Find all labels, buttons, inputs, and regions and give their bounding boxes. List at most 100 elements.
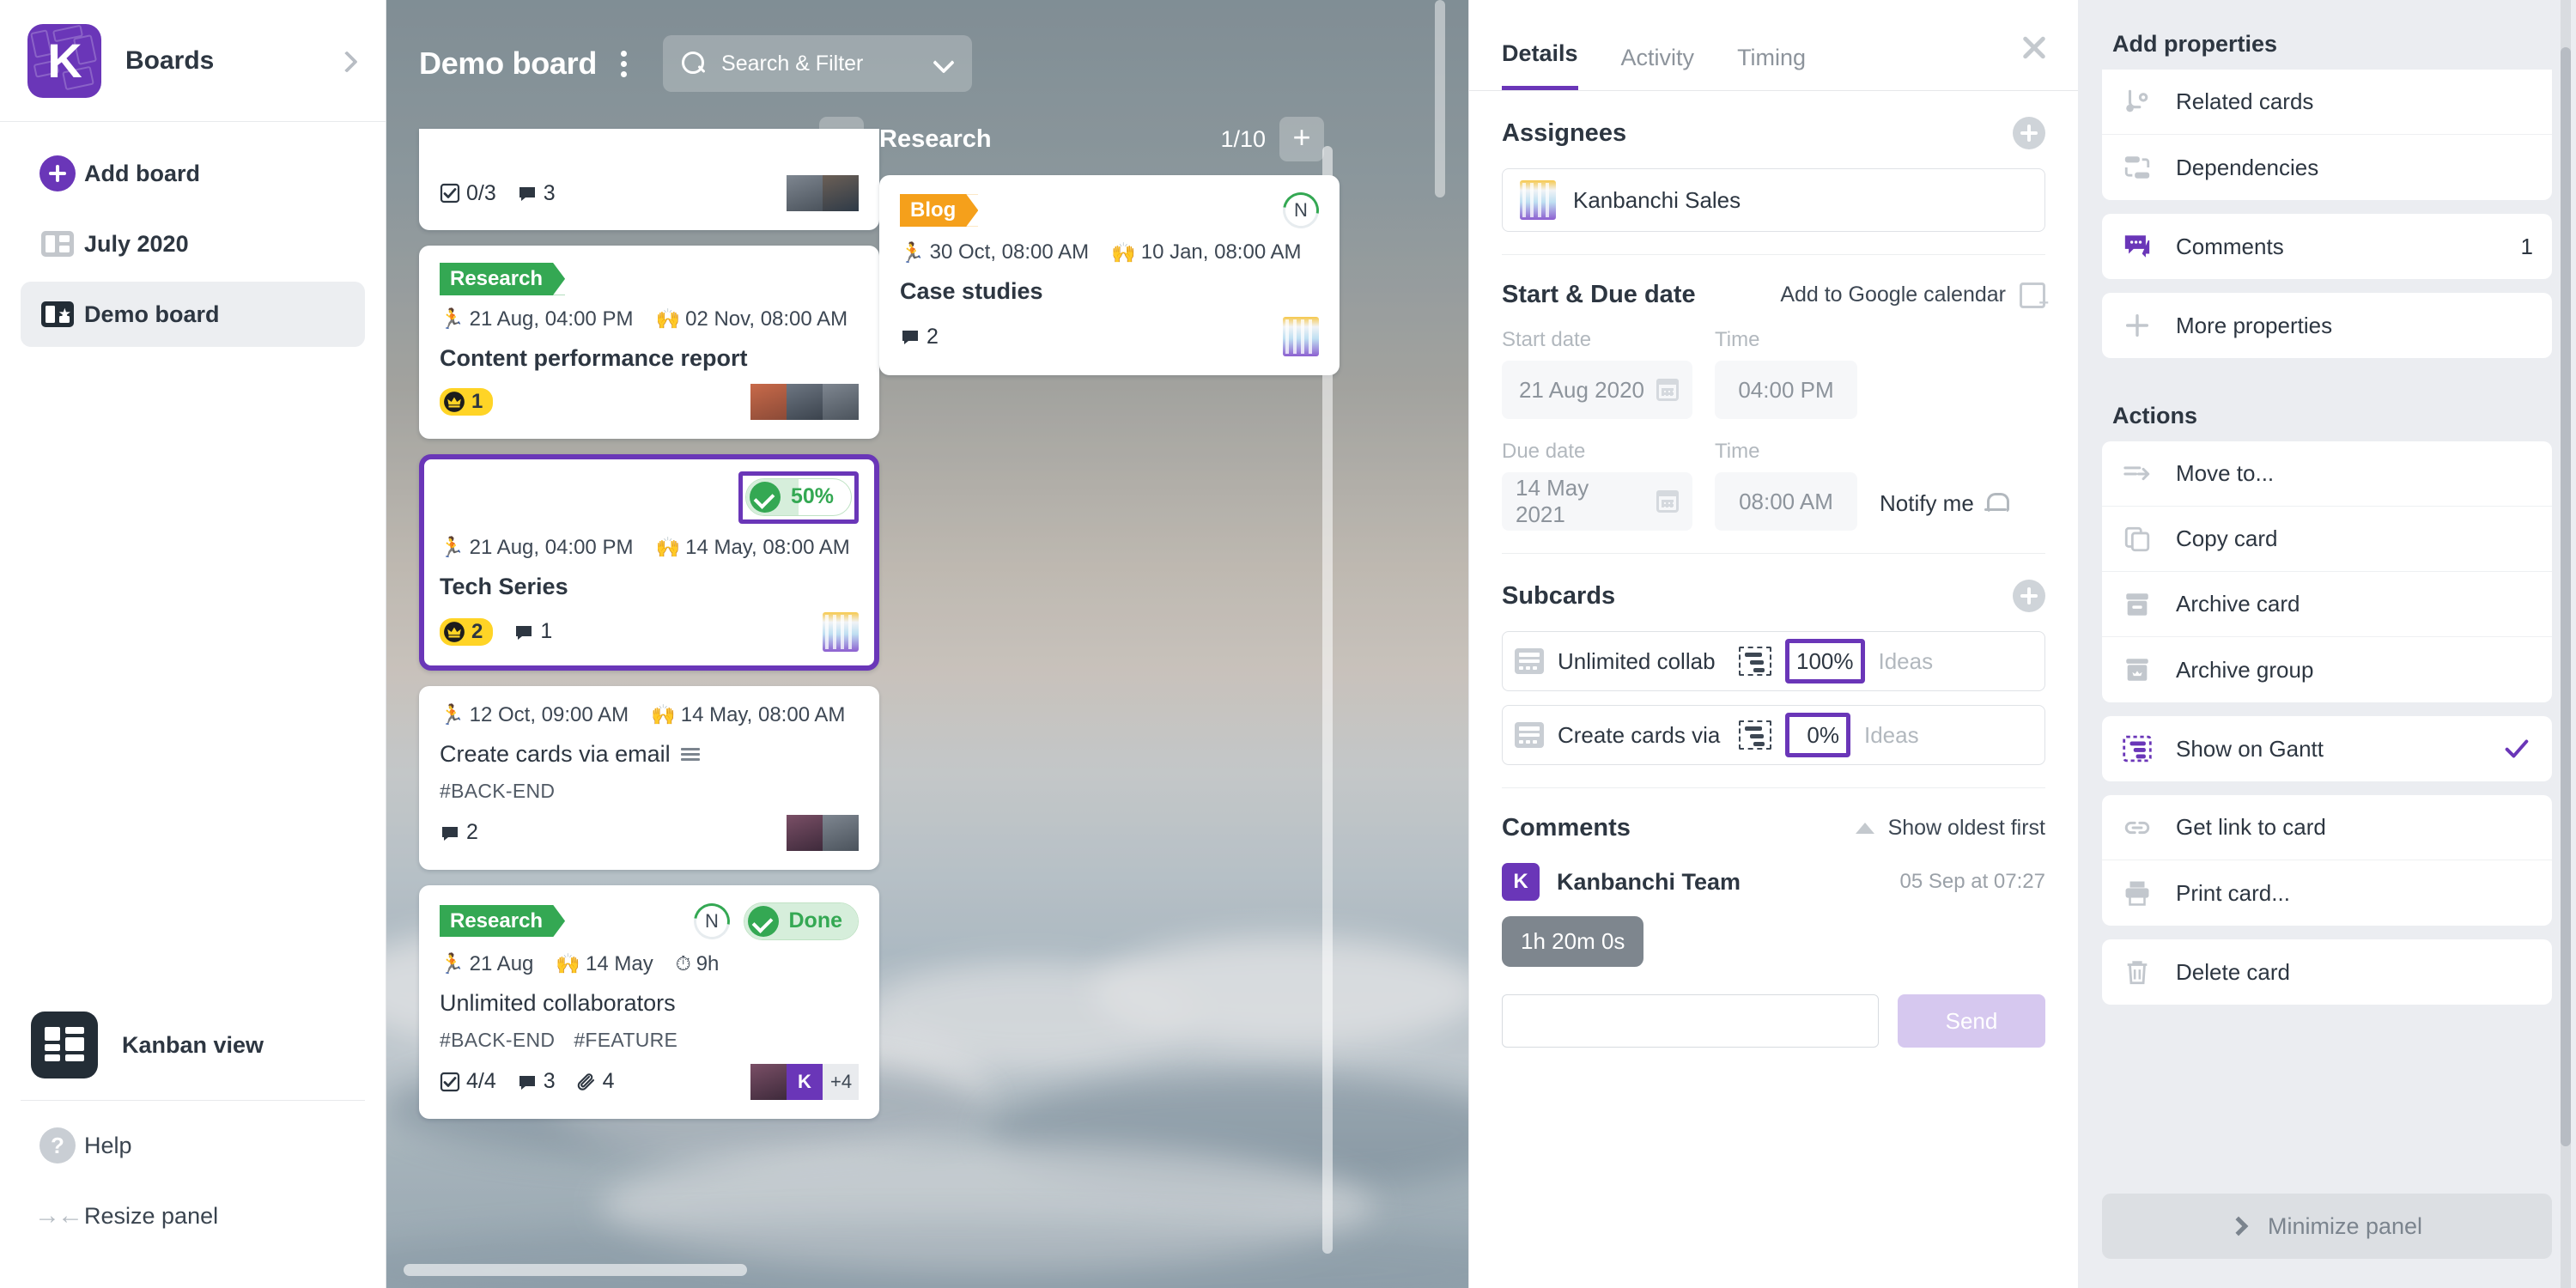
board-thumbnail [823, 611, 859, 652]
kebab-menu-icon[interactable] [616, 46, 632, 82]
property-comments[interactable]: Comments 1 [2102, 214, 2552, 279]
link-icon [2121, 813, 2154, 842]
sidebar: K Boards Add board July 2020 ★ Demo boar… [0, 0, 386, 1288]
start-time-field[interactable]: 04:00 PM [1715, 361, 1857, 419]
sidebar-item-add-board[interactable]: Add board [21, 141, 365, 206]
start-date-value: 21 Aug, 04:00 PM [469, 307, 634, 331]
property-related-cards[interactable]: Related cards [2102, 70, 2552, 135]
comment-input[interactable] [1502, 994, 1879, 1048]
property-dependencies[interactable]: Dependencies [2102, 135, 2552, 200]
comment-count: 3 [543, 180, 556, 205]
due-date: 🙌 14 May, 08:00 AM [651, 703, 845, 727]
sidebar-item-resize-panel[interactable]: →← Resize panel [21, 1183, 365, 1249]
property-label: Comments [2176, 233, 2284, 259]
section-assignees: Assignees Kanbanchi Sales [1502, 91, 2045, 255]
minimize-panel-button[interactable]: Minimize panel [2102, 1194, 2552, 1259]
calendar-icon [1656, 490, 1679, 513]
sidebar-brand[interactable]: K Boards [0, 0, 386, 122]
resize-icon: →← [34, 1201, 83, 1230]
action-move-to[interactable]: Move to... [2102, 441, 2552, 507]
notify-me-label: Notify me [1880, 490, 1974, 516]
gantt-icon[interactable] [1739, 720, 1771, 750]
subcard-group: Ideas [1864, 721, 1919, 748]
subcard-progress[interactable]: 0% [1785, 713, 1850, 757]
status-badge[interactable]: Done [743, 902, 859, 940]
start-date-row: Start date 21 Aug 2020 Time 04:00 PM [1502, 328, 2045, 419]
send-button[interactable]: Send [1898, 994, 2045, 1048]
action-copy-card[interactable]: Copy card [2102, 507, 2552, 572]
calendar-add-icon[interactable]: + [2020, 282, 2049, 313]
assignee-row[interactable]: Kanbanchi Sales [1502, 168, 2045, 232]
action-get-link-to-card[interactable]: Get link to card [2102, 795, 2552, 860]
add-to-google-calendar-label[interactable]: Add to Google calendar [1780, 283, 2006, 307]
gantt-icon[interactable] [1739, 647, 1771, 676]
estimate: ⏱ 9h [676, 952, 720, 976]
start-date: 🏃 30 Oct, 08:00 AM [900, 240, 1089, 264]
sidebar-item-help[interactable]: ? Help [21, 1113, 365, 1178]
assignee-name: Kanbanchi Sales [1573, 186, 1741, 213]
card-content-performance-report[interactable]: Research 🏃 21 Aug, 04:00 PM 🙌 02 Nov, 08:0… [419, 246, 879, 439]
subcard-progress[interactable]: 100% [1785, 639, 1865, 683]
card-create-cards-via-email[interactable]: 🏃 12 Oct, 09:00 AM 🙌 14 May, 08:00 AM Crea… [419, 685, 879, 870]
comment-icon [519, 1075, 535, 1090]
add-subcard-button[interactable] [2013, 580, 2045, 612]
due-date-value: 10 Jan, 08:00 AM [1140, 240, 1302, 264]
comments-sort-label[interactable]: Show oldest first [1888, 816, 2045, 841]
due-time-field[interactable]: 08:00 AM [1715, 472, 1857, 531]
add-card-button[interactable]: + [1279, 117, 1324, 161]
tab-activity[interactable]: Activity [1621, 45, 1695, 90]
start-date-field[interactable]: 21 Aug 2020 [1502, 361, 1692, 419]
board-horizontal-scrollbar[interactable] [404, 1264, 747, 1276]
column-vertical-scrollbar[interactable] [1322, 146, 1333, 1254]
avatar [750, 1063, 787, 1100]
sidebar-kanban-view[interactable]: Kanban view [21, 993, 365, 1097]
card-unlimited-collaborators[interactable]: Research N Done 🏃 21 Aug 🙌 14 May ⏱ 9h U… [419, 884, 879, 1119]
card-title: Create cards via email [440, 740, 671, 767]
comment-count: 1 [540, 619, 553, 644]
card-case-studies[interactable]: Blog N 🏃 30 Oct, 08:00 AM 🙌 10 Jan, 08:00 … [879, 175, 1340, 375]
action-delete-card[interactable]: Delete card [2102, 939, 2552, 1005]
action-archive-card[interactable]: Archive card [2102, 572, 2552, 637]
description-icon [680, 747, 700, 761]
archive-card-icon [2121, 590, 2154, 619]
chevron-down-icon[interactable] [934, 54, 953, 73]
trash-icon [2121, 957, 2154, 987]
comment-timestamp: 05 Sep at 07:27 [1899, 870, 2045, 893]
action-print-card[interactable]: Print card... [2102, 860, 2552, 926]
start-date: 🏃 21 Aug, 04:00 PM [440, 536, 633, 560]
close-icon[interactable] [2020, 33, 2049, 62]
comment-form: Send [1502, 967, 2045, 1077]
sidebar-item-label: Resize panel [84, 1202, 219, 1229]
action-archive-group[interactable]: Archive group [2102, 637, 2552, 702]
ring-letter: N [1294, 199, 1308, 222]
board-vertical-scrollbar[interactable] [1435, 0, 1445, 197]
tab-details[interactable]: Details [1502, 40, 1578, 90]
properties-group-2: Comments 1 [2102, 214, 2552, 279]
due-date-field[interactable]: 14 May 2021 [1502, 472, 1692, 531]
tab-timing[interactable]: Timing [1737, 45, 1806, 90]
notify-me-button[interactable]: Notify me [1880, 490, 2009, 531]
card-details-panel: Details Activity Timing Assignees Kanban… [1468, 0, 2078, 1288]
due-date-label: Due date [1502, 440, 1586, 463]
triangle-up-icon[interactable] [1855, 823, 1874, 834]
search-and-filter[interactable]: Search & Filter [663, 35, 973, 92]
plus-icon [2121, 311, 2154, 340]
chevron-right-icon[interactable] [336, 50, 358, 72]
card-partial-top[interactable]: 0/3 3 [419, 129, 879, 230]
board-column-research: Research 1/10 + Blog N 🏃 30 Oct, 08:00 AM… [879, 103, 1340, 1134]
properties-scrollbar-thumb[interactable] [2561, 47, 2571, 1146]
property-more-properties[interactable]: More properties [2102, 293, 2552, 358]
sidebar-item-july-2020[interactable]: July 2020 [21, 211, 365, 276]
sidebar-item-demo-board[interactable]: ★ Demo board [21, 282, 365, 347]
add-assignee-button[interactable] [2013, 117, 2045, 149]
subcard-row[interactable]: Create cards via 0% Ideas [1502, 705, 2045, 765]
card-title: Unlimited collaborators [440, 989, 676, 1016]
subcard-row[interactable]: Unlimited collab 100% Ideas [1502, 631, 2045, 691]
priority-badge: 2 [440, 617, 494, 646]
comment-item: K Kanbanchi Team 05 Sep at 07:27 [1502, 863, 2045, 901]
action-show-on-gantt[interactable]: Show on Gantt [2102, 716, 2552, 781]
progress-pill[interactable]: 50% [744, 477, 852, 516]
board-icon [31, 231, 84, 257]
estimate-value: 9h [696, 951, 720, 975]
card-tech-series[interactable]: 50% 🏃 21 Aug, 04:00 PM 🙌 14 May, 08:00 AM … [419, 453, 879, 671]
